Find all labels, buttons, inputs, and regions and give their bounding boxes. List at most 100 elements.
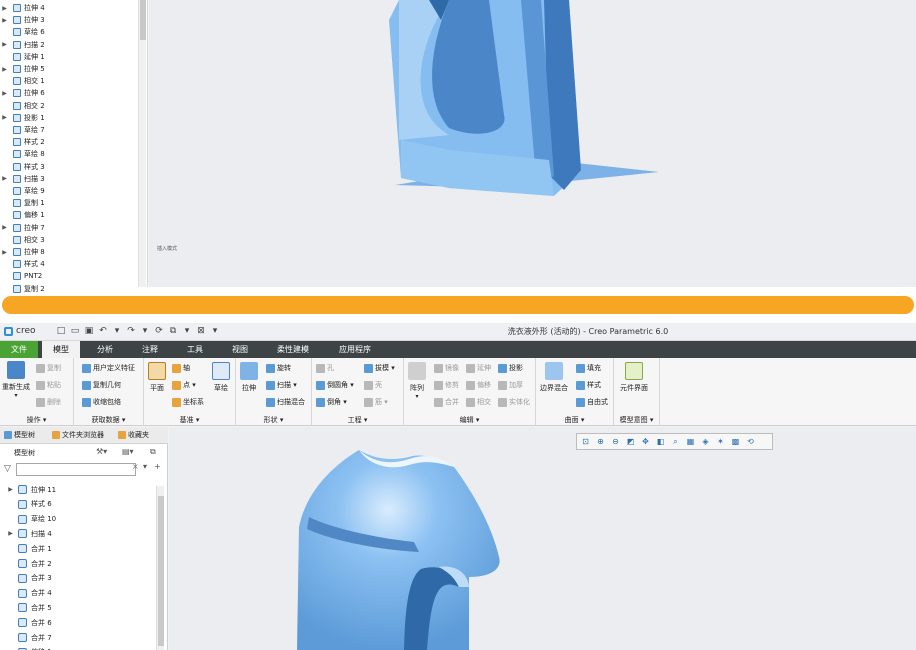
top-model-tree[interactable]: ▶ 拉伸 4 ▶ 拉伸 3 草绘 6 ▶ 扫描 2 延伸 1 ▶ 拉伸 5 相交 1 ▶ 拉伸 6 相交 … (0, 0, 148, 293)
tab-favorites[interactable]: 收藏夹 (118, 430, 149, 440)
top-tree-item[interactable]: ▶ 拉伸 3 (0, 14, 45, 26)
top-tree-item[interactable]: ▶ 拉伸 8 (0, 246, 45, 258)
tree-show-icon[interactable]: ▤▾ (122, 447, 134, 456)
extrude-button[interactable]: 拉伸 (240, 362, 258, 393)
model-tree-item[interactable]: 偏移 1 (6, 645, 52, 650)
solidify-button[interactable]: 实体化 (498, 397, 530, 407)
pan-icon[interactable]: ✥ (640, 436, 651, 447)
model-tree-item[interactable]: 合并 4 (6, 586, 52, 601)
top-tree-item[interactable]: 草绘 9 (0, 185, 45, 197)
scrollbar-thumb[interactable] (140, 0, 146, 40)
tab-model-tree[interactable]: 模型树 (4, 430, 35, 440)
component-interface-button[interactable]: 元件界面 (620, 362, 648, 393)
expand-arrow-icon[interactable]: ▶ (0, 175, 9, 182)
tree-filter-settings-icon[interactable]: ⧉ (150, 447, 156, 457)
zoom-out-icon[interactable]: ⊖ (610, 436, 621, 447)
menu-tools[interactable]: 工具 (176, 341, 214, 358)
group-label-get-data[interactable]: 获取数据 ▾ (74, 415, 143, 425)
hole-button[interactable]: 孔 (316, 363, 334, 373)
plane-button[interactable]: 平面 (148, 362, 166, 393)
expand-arrow-icon[interactable]: ▶ (6, 486, 15, 493)
top-tree-item[interactable]: 相交 3 (0, 234, 45, 246)
saved-orientations-icon[interactable]: ⌕ (670, 436, 681, 447)
sweep-button[interactable]: 扫描 ▾ (266, 380, 297, 390)
freestyle-button[interactable]: 自由式 (576, 397, 608, 407)
top-tree-item[interactable]: 样式 4 (0, 258, 45, 270)
search-options-dropdown-icon[interactable]: ▾ (143, 462, 147, 471)
perspective-icon[interactable]: ◈ (700, 436, 711, 447)
graphics-viewport[interactable]: ⊡ ⊕ ⊖ ◩ ✥ ◧ ⌕ ▦ ◈ ✶ ▩ ⟲ (169, 427, 916, 650)
expand-arrow-icon[interactable]: ▶ (0, 90, 9, 97)
add-filter-icon[interactable]: + (154, 462, 161, 471)
shell-button[interactable]: 壳 (364, 380, 382, 390)
top-tree-item[interactable]: 复制 1 (0, 197, 45, 209)
fill-button[interactable]: 填充 (576, 363, 601, 373)
mirror-button[interactable]: 镜像 (434, 363, 459, 373)
menu-view[interactable]: 视图 (221, 341, 259, 358)
swept-blend-button[interactable]: 扫描混合 (266, 397, 305, 407)
intersect-button[interactable]: 相交 (466, 397, 491, 407)
thicken-button[interactable]: 加厚 (498, 380, 523, 390)
model-tree-item[interactable]: 合并 1 (6, 541, 52, 556)
csys-button[interactable]: 坐标系 (172, 397, 204, 407)
delete-button[interactable]: 删除 (36, 397, 61, 407)
model-tree-item[interactable]: ▶ 拉伸 11 (6, 482, 56, 497)
extend-button[interactable]: 延伸 (466, 363, 491, 373)
top-tree-item[interactable]: 样式 3 (0, 161, 45, 173)
view-manager-icon[interactable]: ▦ (685, 436, 696, 447)
group-label-shape[interactable]: 形状 ▾ (236, 415, 311, 425)
shrinkwrap-button[interactable]: 收缩包络 (82, 397, 121, 407)
top-tree-item[interactable]: 相交 1 (0, 75, 45, 87)
style-button[interactable]: 样式 (576, 380, 601, 390)
top-tree-item[interactable]: ▶ 投影 1 (0, 112, 45, 124)
top-tree-item[interactable]: ▶ 拉伸 4 (0, 2, 45, 14)
tree-search-input[interactable] (16, 462, 136, 476)
refit-icon[interactable]: ⊡ (580, 436, 591, 447)
sketch-button[interactable]: 草绘 (212, 362, 230, 393)
expand-arrow-icon[interactable]: ▶ (0, 41, 9, 48)
top-tree-item[interactable]: 草绘 8 (0, 148, 45, 160)
top-tree-item[interactable]: 草绘 7 (0, 124, 45, 136)
expand-arrow-icon[interactable]: ▶ (0, 114, 9, 121)
scrollbar-thumb[interactable] (158, 496, 164, 646)
top-tree-item[interactable]: ▶ 扫描 2 (0, 39, 45, 51)
zoom-in-icon[interactable]: ⊕ (595, 436, 606, 447)
paste-button[interactable]: 粘贴 (36, 380, 61, 390)
group-label-engineering[interactable]: 工程 ▾ (312, 415, 403, 425)
datum-display-icon[interactable]: ✶ (715, 436, 726, 447)
boundary-blend-button[interactable]: 边界混合 (540, 362, 568, 393)
model-tree-item[interactable]: ▶ 扫描 4 (6, 526, 52, 541)
udf-button[interactable]: 用户定义特征 (82, 363, 135, 373)
group-label-model-intent[interactable]: 模型意图 ▾ (614, 415, 659, 425)
display-style-icon[interactable]: ◧ (655, 436, 666, 447)
trim-button[interactable]: 修剪 (434, 380, 459, 390)
offset-button[interactable]: 偏移 (466, 380, 491, 390)
point-button[interactable]: 点 ▾ (172, 380, 196, 390)
model-tree-item[interactable]: 合并 7 (6, 630, 52, 645)
model-tree-item[interactable]: 合并 2 (6, 556, 52, 571)
group-label-datum[interactable]: 基准 ▾ (144, 415, 235, 425)
spin-center-icon[interactable]: ⟲ (745, 436, 756, 447)
top-tree-item[interactable]: 样式 2 (0, 136, 45, 148)
rib-button[interactable]: 筋 ▾ (364, 397, 388, 407)
expand-arrow-icon[interactable]: ▶ (0, 5, 9, 12)
menu-annotate[interactable]: 注释 (131, 341, 169, 358)
merge-button[interactable]: 合并 (434, 397, 459, 407)
revolve-button[interactable]: 旋转 (266, 363, 291, 373)
chamfer-button[interactable]: 倒角 ▾ (316, 397, 347, 407)
top-tree-item[interactable]: PNT2 (0, 270, 42, 282)
expand-arrow-icon[interactable]: ▶ (0, 224, 9, 231)
model-tree-item[interactable]: 草绘 10 (6, 512, 56, 527)
top-tree-item[interactable]: ▶ 拉伸 7 (0, 222, 45, 234)
draft-button[interactable]: 拔模 ▾ (364, 363, 395, 373)
expand-arrow-icon[interactable]: ▶ (0, 249, 9, 256)
copy-geometry-button[interactable]: 复制几何 (82, 380, 121, 390)
axis-button[interactable]: 轴 (172, 363, 190, 373)
top-graphics-viewport[interactable]: 插入模式 (149, 0, 916, 287)
top-tree-item[interactable]: ▶ 扫描 3 (0, 173, 45, 185)
model-tree-item[interactable]: 合并 5 (6, 600, 52, 615)
annotation-display-icon[interactable]: ▩ (730, 436, 741, 447)
project-button[interactable]: 投影 (498, 363, 523, 373)
group-label-operations[interactable]: 操作 ▾ (0, 415, 73, 425)
model-tree-item[interactable]: 合并 6 (6, 615, 52, 630)
